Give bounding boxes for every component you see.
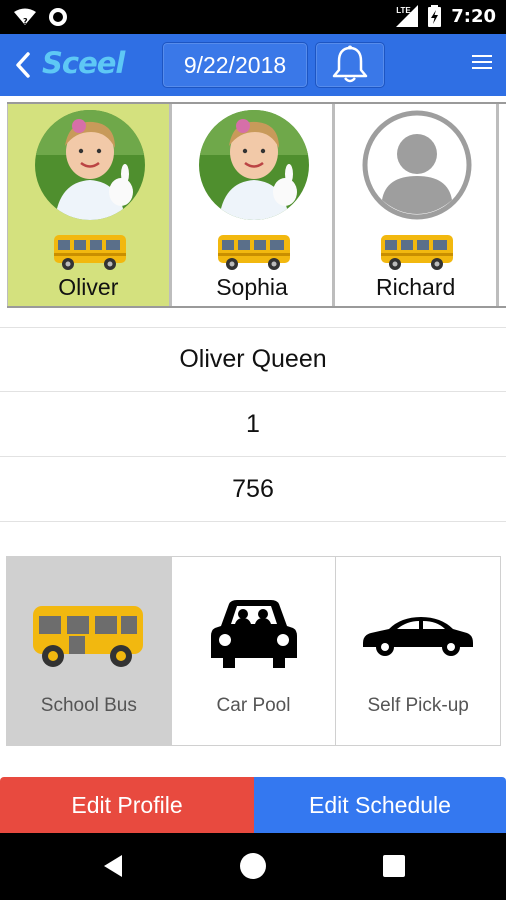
- student-full-name: Oliver Queen: [0, 328, 506, 392]
- transport-options: School Bus Car Pool Self Pick-up: [6, 556, 501, 746]
- date-picker-button[interactable]: 9/22/2018: [162, 42, 308, 88]
- option-label: Self Pick-up: [367, 695, 469, 716]
- option-label: Car Pool: [216, 695, 291, 716]
- hamburger-menu-icon: [472, 55, 492, 69]
- hamburger-menu-button[interactable]: [472, 55, 492, 75]
- sync-icon: [49, 8, 67, 26]
- nav-back-icon[interactable]: [100, 853, 126, 879]
- school-bus-icon: [216, 231, 292, 273]
- default-avatar-icon: [362, 110, 472, 220]
- student-card-richard[interactable]: Richard: [334, 104, 499, 306]
- school-bus-icon: [52, 231, 128, 273]
- system-nav-bar: [0, 833, 506, 900]
- nav-recents-icon[interactable]: [383, 855, 405, 877]
- status-bar: ? LTE 7:20: [0, 0, 506, 34]
- car-pool-icon: [172, 591, 336, 681]
- option-school-bus[interactable]: School Bus: [7, 557, 172, 745]
- wifi-icon: ?: [14, 8, 36, 26]
- back-arrow-icon: [16, 52, 30, 78]
- bell-icon: [332, 45, 368, 83]
- battery-charging-icon: [428, 5, 442, 27]
- app-bar: Sceel 9/22/2018: [0, 34, 506, 96]
- date-label: 9/22/2018: [183, 51, 287, 78]
- car-icon: [336, 591, 500, 681]
- edit-schedule-button[interactable]: Edit Schedule: [254, 777, 506, 833]
- school-bus-icon: [379, 231, 455, 273]
- student-id: 756: [0, 458, 506, 522]
- option-self-pick-up[interactable]: Self Pick-up: [336, 557, 501, 745]
- cellular-signal-icon: LTE: [396, 5, 419, 27]
- svg-text:?: ?: [23, 17, 28, 26]
- student-selector: Oliver Sophia Richard: [7, 102, 506, 308]
- student-card-oliver[interactable]: Oliver: [7, 104, 171, 306]
- school-bus-icon: [7, 591, 171, 681]
- student-name: Richard: [376, 274, 456, 300]
- nav-home-icon[interactable]: [240, 853, 266, 879]
- student-card-sophia[interactable]: Sophia: [170, 104, 335, 306]
- option-label: School Bus: [40, 695, 137, 716]
- option-car-pool[interactable]: Car Pool: [171, 557, 337, 745]
- notifications-button[interactable]: [315, 42, 385, 88]
- child-photo: [198, 110, 309, 220]
- clock: 7:20: [451, 5, 496, 27]
- back-button[interactable]: [12, 48, 34, 82]
- student-name: Sophia: [216, 274, 288, 300]
- edit-profile-button[interactable]: Edit Profile: [0, 777, 254, 833]
- student-grade: 1: [0, 393, 506, 457]
- student-card-next[interactable]: [498, 104, 506, 306]
- student-name: Oliver: [58, 274, 119, 300]
- child-photo: [35, 110, 145, 220]
- action-bar: Edit Profile Edit Schedule: [0, 777, 506, 833]
- app-logo: Sceel: [42, 46, 125, 80]
